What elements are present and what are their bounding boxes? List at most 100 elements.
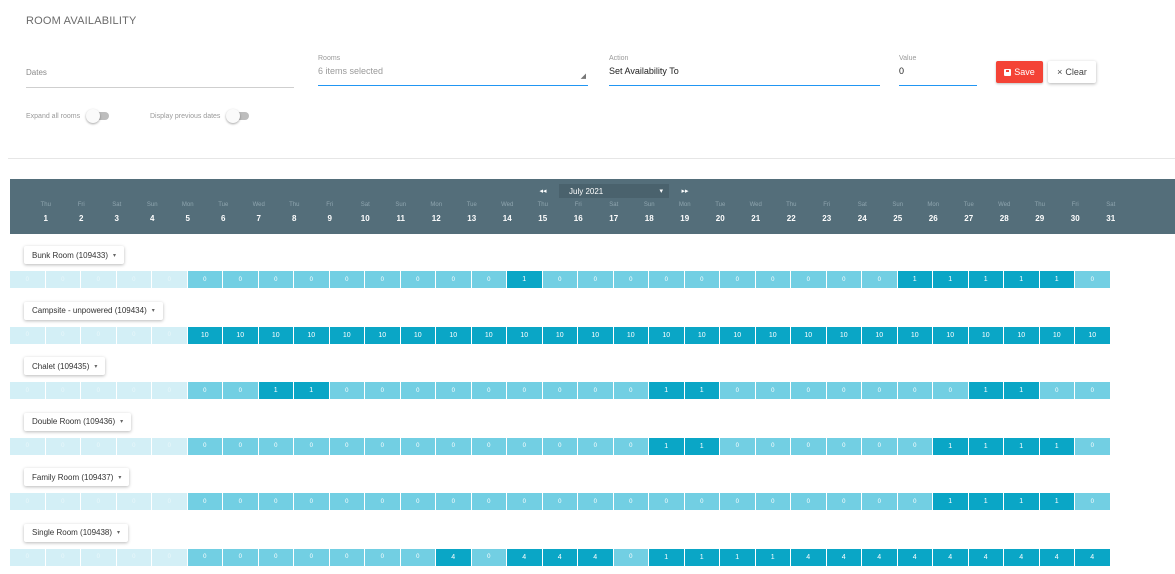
availability-cell[interactable]: 0 [1039,382,1074,399]
availability-cell[interactable]: 0 [1075,271,1110,288]
availability-cell[interactable]: 0 [81,326,116,344]
availability-cell[interactable]: 4 [542,548,577,566]
availability-cell[interactable]: 0 [258,548,293,566]
availability-cell[interactable]: 10 [613,326,648,344]
availability-cell[interactable]: 0 [116,382,151,399]
availability-cell[interactable]: 0 [578,437,613,455]
availability-cell[interactable]: 0 [152,493,187,510]
availability-cell[interactable]: 0 [862,437,897,455]
availability-cell[interactable]: 0 [223,548,258,566]
availability-cell[interactable]: 0 [152,382,187,399]
availability-cell[interactable]: 0 [897,382,932,399]
availability-cell[interactable]: 10 [720,326,755,344]
availability-cell[interactable]: 0 [45,326,80,344]
clear-button[interactable]: × Clear [1048,61,1096,83]
availability-cell[interactable]: 4 [791,548,826,566]
availability-cell[interactable]: 4 [862,548,897,566]
availability-cell[interactable]: 0 [81,271,116,288]
availability-cell[interactable]: 0 [649,271,684,288]
availability-cell[interactable]: 1 [684,382,719,399]
availability-cell[interactable]: 0 [400,382,435,399]
room-toggle-button[interactable]: Bunk Room (109433) ▾ [24,246,125,264]
availability-cell[interactable]: 0 [755,493,790,510]
availability-cell[interactable]: 4 [897,548,932,566]
availability-cell[interactable]: 0 [720,271,755,288]
availability-cell[interactable]: 0 [507,437,542,455]
availability-cell[interactable]: 0 [862,493,897,510]
availability-cell[interactable]: 0 [365,493,400,510]
availability-cell[interactable]: 0 [649,493,684,510]
availability-cell[interactable]: 0 [258,437,293,455]
availability-cell[interactable]: 0 [400,437,435,455]
availability-cell[interactable]: 10 [791,326,826,344]
availability-cell[interactable]: 4 [507,548,542,566]
availability-cell[interactable]: 1 [968,437,1003,455]
availability-cell[interactable]: 0 [45,493,80,510]
month-select[interactable]: July 2021 ▾ [559,184,669,198]
availability-cell[interactable]: 0 [329,382,364,399]
availability-cell[interactable]: 0 [10,382,45,399]
room-toggle-button[interactable]: Campsite - unpowered (109434) ▾ [24,301,163,320]
availability-cell[interactable]: 10 [329,326,364,344]
availability-cell[interactable]: 0 [933,382,968,399]
availability-cell[interactable]: 0 [365,271,400,288]
availability-cell[interactable]: 0 [365,382,400,399]
availability-cell[interactable]: 1 [968,493,1003,510]
availability-cell[interactable]: 0 [613,437,648,455]
availability-cell[interactable]: 0 [826,382,861,399]
availability-cell[interactable]: 1 [649,437,684,455]
availability-cell[interactable]: 0 [791,271,826,288]
availability-cell[interactable]: 0 [10,493,45,510]
availability-cell[interactable]: 0 [400,493,435,510]
availability-cell[interactable]: 0 [613,493,648,510]
availability-cell[interactable]: 0 [471,437,506,455]
availability-cell[interactable]: 0 [187,493,222,510]
availability-cell[interactable]: 1 [933,271,968,288]
availability-cell[interactable]: 0 [329,437,364,455]
availability-cell[interactable]: 4 [1075,548,1110,566]
availability-cell[interactable]: 0 [436,271,471,288]
availability-cell[interactable]: 0 [45,271,80,288]
availability-cell[interactable]: 0 [684,271,719,288]
availability-cell[interactable]: 1 [649,548,684,566]
availability-cell[interactable]: 0 [81,437,116,455]
availability-cell[interactable]: 10 [1039,326,1074,344]
availability-cell[interactable]: 0 [1075,437,1110,455]
availability-cell[interactable]: 10 [400,326,435,344]
availability-cell[interactable]: 0 [187,548,222,566]
availability-cell[interactable]: 0 [897,437,932,455]
action-select[interactable]: Action Set Availability To [609,55,880,86]
availability-cell[interactable]: 0 [294,548,329,566]
availability-cell[interactable]: 4 [968,548,1003,566]
availability-cell[interactable]: 10 [1075,326,1110,344]
availability-cell[interactable]: 0 [542,271,577,288]
availability-cell[interactable]: 1 [507,271,542,288]
availability-cell[interactable]: 10 [933,326,968,344]
availability-cell[interactable]: 0 [10,271,45,288]
availability-cell[interactable]: 0 [223,493,258,510]
availability-cell[interactable]: 1 [933,493,968,510]
availability-cell[interactable]: 0 [81,382,116,399]
availability-cell[interactable]: 0 [10,326,45,344]
availability-cell[interactable]: 1 [933,437,968,455]
availability-cell[interactable]: 0 [826,437,861,455]
availability-cell[interactable]: 4 [578,548,613,566]
availability-cell[interactable]: 0 [862,271,897,288]
availability-cell[interactable]: 10 [223,326,258,344]
availability-cell[interactable]: 0 [471,548,506,566]
availability-cell[interactable]: 0 [116,548,151,566]
availability-cell[interactable]: 0 [897,493,932,510]
availability-cell[interactable]: 0 [755,382,790,399]
availability-cell[interactable]: 0 [471,382,506,399]
availability-cell[interactable]: 10 [755,326,790,344]
availability-cell[interactable]: 0 [436,382,471,399]
availability-cell[interactable]: 0 [471,493,506,510]
availability-cell[interactable]: 1 [684,437,719,455]
availability-cell[interactable]: 1 [258,382,293,399]
availability-cell[interactable]: 0 [1075,382,1110,399]
room-toggle-button[interactable]: Chalet (109435) ▾ [24,357,106,375]
availability-cell[interactable]: 0 [294,437,329,455]
availability-cell[interactable]: 0 [116,437,151,455]
availability-cell[interactable]: 1 [1004,271,1039,288]
save-button[interactable]: Save [996,61,1043,83]
